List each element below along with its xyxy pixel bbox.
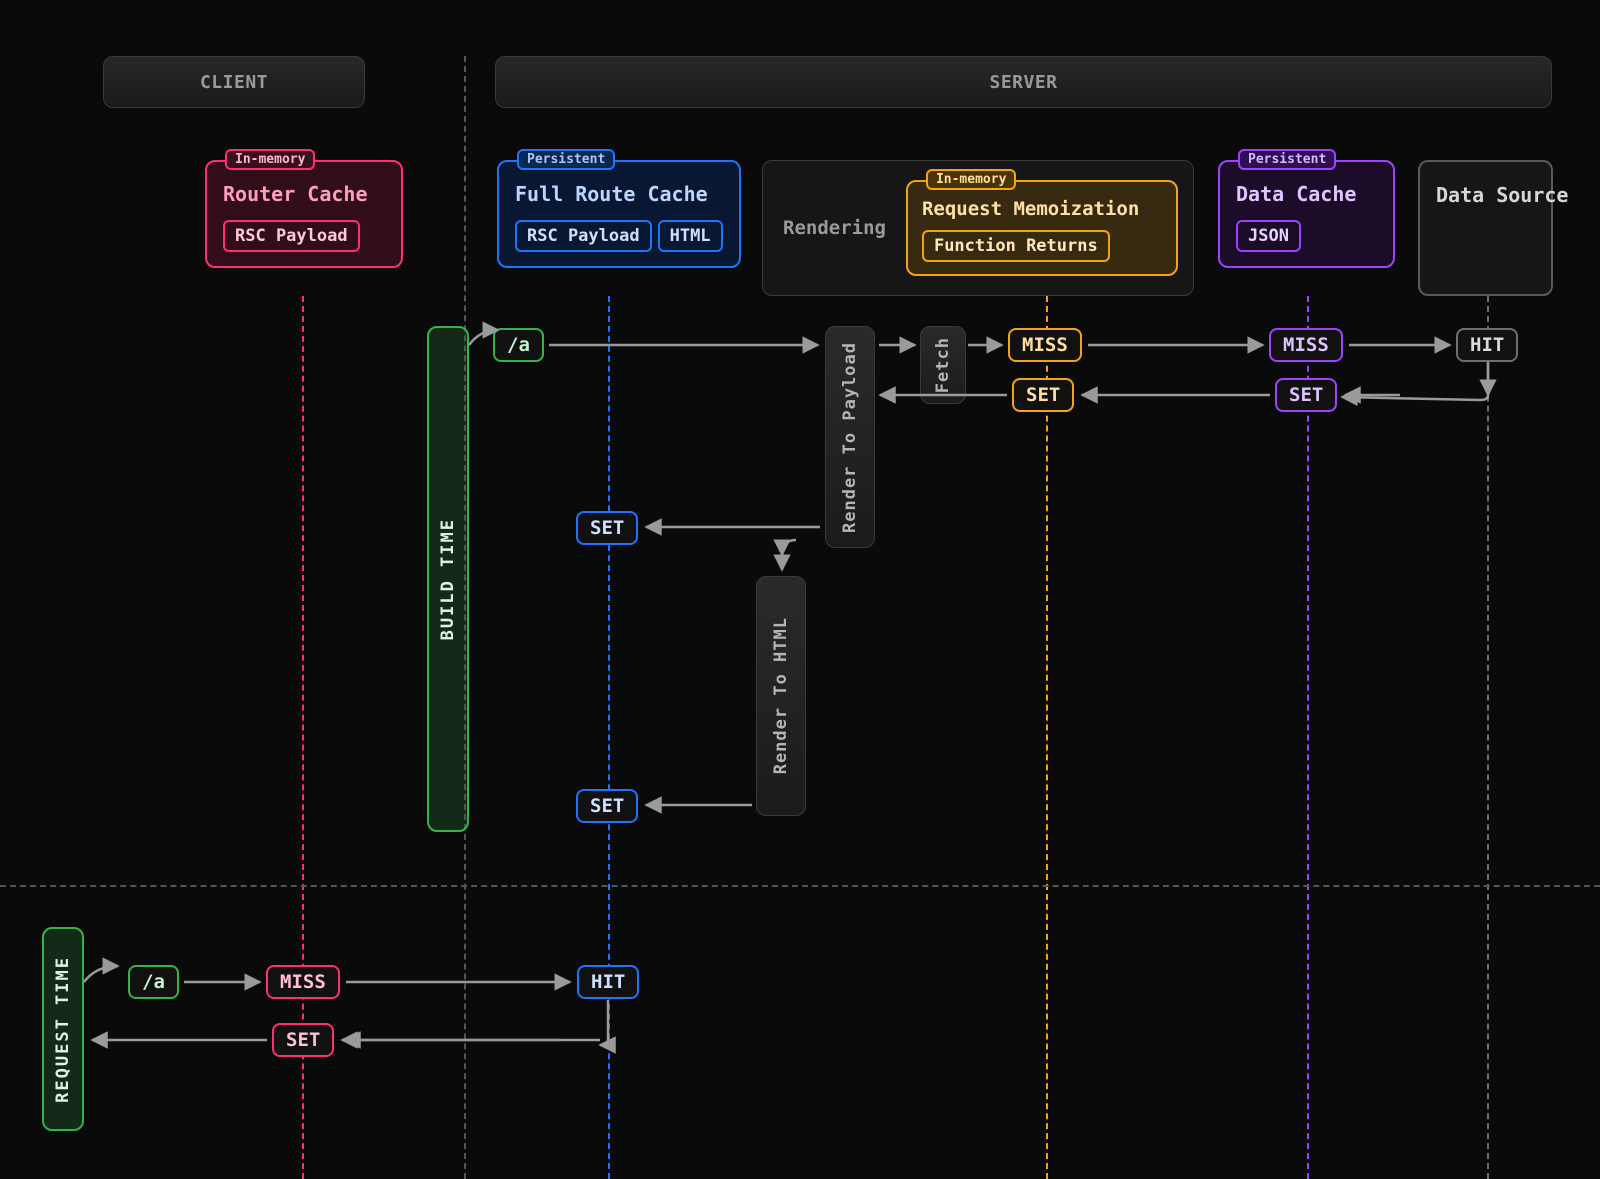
router-set: SET	[272, 1023, 334, 1057]
data-cache-title: Data Cache	[1236, 182, 1377, 206]
data-miss: MISS	[1269, 328, 1343, 362]
rendering-label: Rendering	[763, 217, 906, 239]
full-route-cache-tag: Persistent	[517, 149, 615, 170]
divider-build-request	[0, 885, 1600, 887]
lane-data	[1307, 296, 1309, 1179]
data-cache-tag: Persistent	[1238, 149, 1336, 170]
full-route-cache-box: Persistent Full Route Cache RSC Payload …	[497, 160, 741, 268]
memo-set: SET	[1012, 378, 1074, 412]
router-cache-chip-rsc: RSC Payload	[223, 220, 360, 252]
phase-request: REQUEST TIME	[42, 927, 84, 1131]
request-memo-title: Request Memoization	[922, 198, 1162, 220]
phase-build: BUILD TIME	[427, 326, 469, 832]
route-a-request: /a	[128, 965, 179, 999]
lane-memo	[1046, 296, 1048, 1179]
request-memo-box: In-memory Request Memoization Function R…	[906, 180, 1178, 276]
header-client-label: CLIENT	[200, 72, 268, 93]
data-source-box: Data Source	[1418, 160, 1553, 296]
render-to-html-box: Render To HTML	[756, 576, 806, 816]
request-memo-tag: In-memory	[926, 169, 1016, 190]
full-route-cache-chip-html: HTML	[658, 220, 723, 252]
router-cache-title: Router Cache	[223, 182, 385, 206]
render-to-payload-label: Render To Payload	[840, 342, 860, 533]
header-client: CLIENT	[103, 56, 365, 108]
lane-source	[1487, 296, 1489, 1179]
phase-request-label: REQUEST TIME	[53, 956, 73, 1103]
data-set: SET	[1275, 378, 1337, 412]
full-route-cache-title: Full Route Cache	[515, 182, 723, 206]
header-server: SERVER	[495, 56, 1552, 108]
fullroute-set-2: SET	[576, 789, 638, 823]
fetch-label: Fetch	[933, 337, 953, 393]
rendering-group: Rendering In-memory Request Memoization …	[762, 160, 1194, 296]
router-cache-tag: In-memory	[225, 149, 315, 170]
source-hit: HIT	[1456, 328, 1518, 362]
data-source-title: Data Source	[1436, 182, 1535, 209]
data-cache-chip-json: JSON	[1236, 220, 1301, 252]
fullroute-set-1: SET	[576, 511, 638, 545]
router-cache-box: In-memory Router Cache RSC Payload	[205, 160, 403, 268]
route-a-build: /a	[493, 328, 544, 362]
fetch-box: Fetch	[920, 326, 966, 404]
phase-build-label: BUILD TIME	[438, 518, 458, 640]
router-miss: MISS	[266, 965, 340, 999]
header-server-label: SERVER	[989, 72, 1057, 93]
data-cache-box: Persistent Data Cache JSON	[1218, 160, 1395, 268]
fullroute-hit: HIT	[577, 965, 639, 999]
render-to-payload-box: Render To Payload	[825, 326, 875, 548]
request-memo-chip: Function Returns	[922, 230, 1110, 262]
lane-fullroute	[608, 296, 610, 1179]
render-to-html-label: Render To HTML	[771, 617, 791, 774]
memo-miss: MISS	[1008, 328, 1082, 362]
full-route-cache-chip-rsc: RSC Payload	[515, 220, 652, 252]
